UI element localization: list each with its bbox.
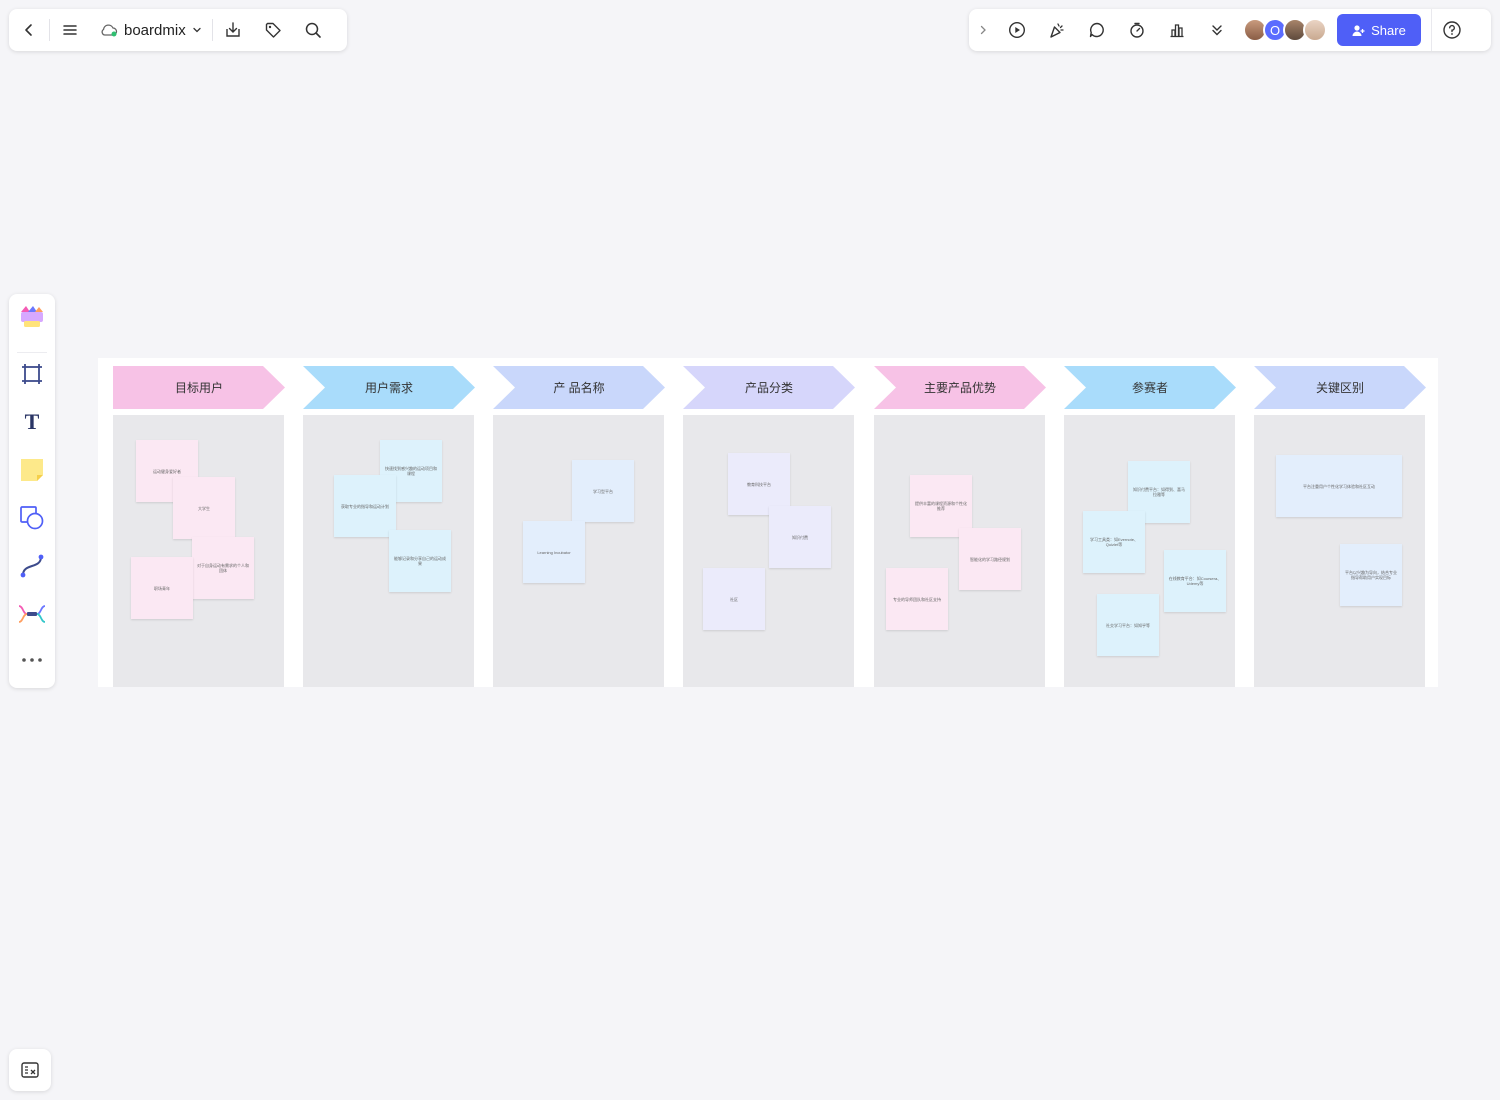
sticky-note-tool[interactable]: [9, 450, 55, 490]
more-down-icon: [1212, 25, 1222, 36]
mindmap-icon: [18, 605, 46, 623]
sticky-note[interactable]: 能够记录和分享自己的运动成果: [389, 530, 451, 592]
template-tool[interactable]: [9, 296, 55, 338]
sticky-note-icon: [21, 459, 43, 481]
play-icon: [1008, 21, 1026, 39]
column-body[interactable]: 知识付费平台：如得到、喜马拉雅等 学习工具类：如Evernote、Quizlet…: [1064, 415, 1235, 687]
collaborator-avatars[interactable]: O: [1243, 18, 1327, 42]
more-tools-button[interactable]: [1197, 9, 1237, 51]
timer-button[interactable]: [1117, 9, 1157, 51]
top-right-toolbar: O Share: [969, 9, 1491, 51]
column-title: 产品分类: [744, 381, 793, 395]
sticky-note[interactable]: 智能化的学习路径规划: [959, 528, 1021, 590]
sticky-note[interactable]: 知识付费: [769, 506, 831, 568]
column-header[interactable]: 参赛者: [1064, 366, 1236, 409]
shape-tool[interactable]: [9, 498, 55, 538]
mindmap-tool[interactable]: [9, 594, 55, 634]
more-tools[interactable]: [9, 640, 55, 680]
add-user-icon: [1352, 24, 1365, 36]
sticky-note[interactable]: 对于自身运动有需求的个人和团体: [192, 537, 254, 599]
frame-icon: [22, 364, 42, 384]
share-label: Share: [1371, 22, 1406, 38]
sticky-note[interactable]: 学习工具类：如Evernote、Quizlet等: [1083, 511, 1145, 573]
board-frame[interactable]: 目标用户 运动健身爱好者 大学生 对于自身运动有需求的个人和团体 职场青年 用户…: [98, 358, 1438, 687]
search-button[interactable]: [293, 9, 333, 51]
comment-icon: [1089, 22, 1104, 38]
app-name: boardmix: [124, 21, 186, 39]
tag-icon: [265, 22, 281, 38]
column-title: 产 品名称: [553, 381, 605, 395]
sticky-note[interactable]: 专业的导师团队和社区支持: [886, 568, 948, 630]
sticky-note[interactable]: 大学生: [173, 477, 235, 539]
download-button[interactable]: [213, 9, 253, 51]
sticky-note[interactable]: Learning Incubator: [523, 521, 585, 583]
timer-icon: [1130, 22, 1144, 38]
cloud-sync-icon: [101, 24, 118, 37]
vote-button[interactable]: [1157, 9, 1197, 51]
column-header[interactable]: 用户需求: [303, 366, 475, 409]
sticky-note[interactable]: 平台注重用户个性化学习体验和社区互动: [1276, 455, 1402, 517]
present-button[interactable]: [997, 9, 1037, 51]
column-header[interactable]: 关键区别: [1254, 366, 1426, 409]
shape-icon: [20, 506, 44, 530]
sticky-note[interactable]: 社区: [703, 568, 765, 630]
celebrate-icon: [1050, 23, 1064, 38]
column-body[interactable]: 平台注重用户个性化学习体验和社区互动 平台以兴趣为导向，结合专业指导帮助用户实现…: [1254, 415, 1425, 687]
board-name-dropdown[interactable]: boardmix: [90, 9, 212, 51]
minimap-button[interactable]: [9, 1049, 51, 1091]
chevron-down-icon: [193, 27, 201, 33]
column-header[interactable]: 目标用户: [113, 366, 285, 409]
chevron-right-icon: [980, 25, 986, 35]
column-title: 用户需求: [364, 381, 413, 395]
more-icon: [22, 658, 42, 662]
column-body[interactable]: 学习型平台 Learning Incubator: [493, 415, 664, 687]
back-button[interactable]: [9, 9, 49, 51]
connector-icon: [20, 554, 44, 578]
column-header[interactable]: 产 品名称: [493, 366, 665, 409]
frame-tool[interactable]: [9, 354, 55, 394]
collapse-toolbar-button[interactable]: [969, 9, 997, 51]
sticky-note[interactable]: 社交学习平台：如知乎等: [1097, 594, 1159, 656]
text-icon: T: [24, 409, 40, 434]
download-icon: [226, 22, 240, 37]
search-icon: [305, 22, 321, 38]
help-button[interactable]: [1431, 9, 1472, 51]
sticky-note[interactable]: 学习型平台: [572, 460, 634, 522]
help-icon: [1443, 21, 1461, 39]
sticky-note[interactable]: 平台以兴趣为导向，结合专业指导帮助用户实现目标: [1340, 544, 1402, 606]
celebrate-button[interactable]: [1037, 9, 1077, 51]
sticky-note[interactable]: 在线教育平台：如Coursera、Udemy等: [1164, 550, 1226, 612]
main-menu-button[interactable]: [50, 9, 90, 51]
share-button[interactable]: Share: [1337, 14, 1421, 46]
sticky-note[interactable]: 职场青年: [131, 557, 193, 619]
column-header[interactable]: 主要产品优势: [874, 366, 1046, 409]
template-icon: [21, 306, 43, 327]
column-title: 目标用户: [174, 381, 223, 395]
tag-button[interactable]: [253, 9, 293, 51]
column-title: 参赛者: [1131, 381, 1168, 395]
comment-button[interactable]: [1077, 9, 1117, 51]
column-body[interactable]: 快速找到感兴趣的运动项目和课程 获取专业的指导和运动计划 能够记录和分享自己的运…: [303, 415, 474, 687]
avatar[interactable]: [1303, 18, 1327, 42]
column-title: 主要产品优势: [923, 381, 996, 395]
column-body[interactable]: 运动健身爱好者 大学生 对于自身运动有需求的个人和团体 职场青年: [113, 415, 284, 687]
top-left-toolbar: boardmix: [9, 9, 347, 51]
divider: [17, 352, 47, 353]
text-tool[interactable]: T: [9, 402, 55, 442]
column-title: 关键区别: [1315, 381, 1364, 395]
connector-tool[interactable]: [9, 546, 55, 586]
chevron-left-icon: [25, 24, 32, 36]
minimap-icon: [21, 1062, 39, 1078]
column-body[interactable]: 教育科技平台 知识付费 社区: [683, 415, 854, 687]
column-header[interactable]: 产品分类: [683, 366, 855, 409]
vote-icon: [1170, 24, 1184, 38]
column-body[interactable]: 提供丰富的课程资源和个性化推荐 智能化的学习路径规划 专业的导师团队和社区支持: [874, 415, 1045, 687]
hamburger-menu-icon: [63, 25, 77, 35]
sticky-note[interactable]: 获取专业的指导和运动计划: [334, 475, 396, 537]
creation-toolbar: T: [9, 294, 55, 688]
